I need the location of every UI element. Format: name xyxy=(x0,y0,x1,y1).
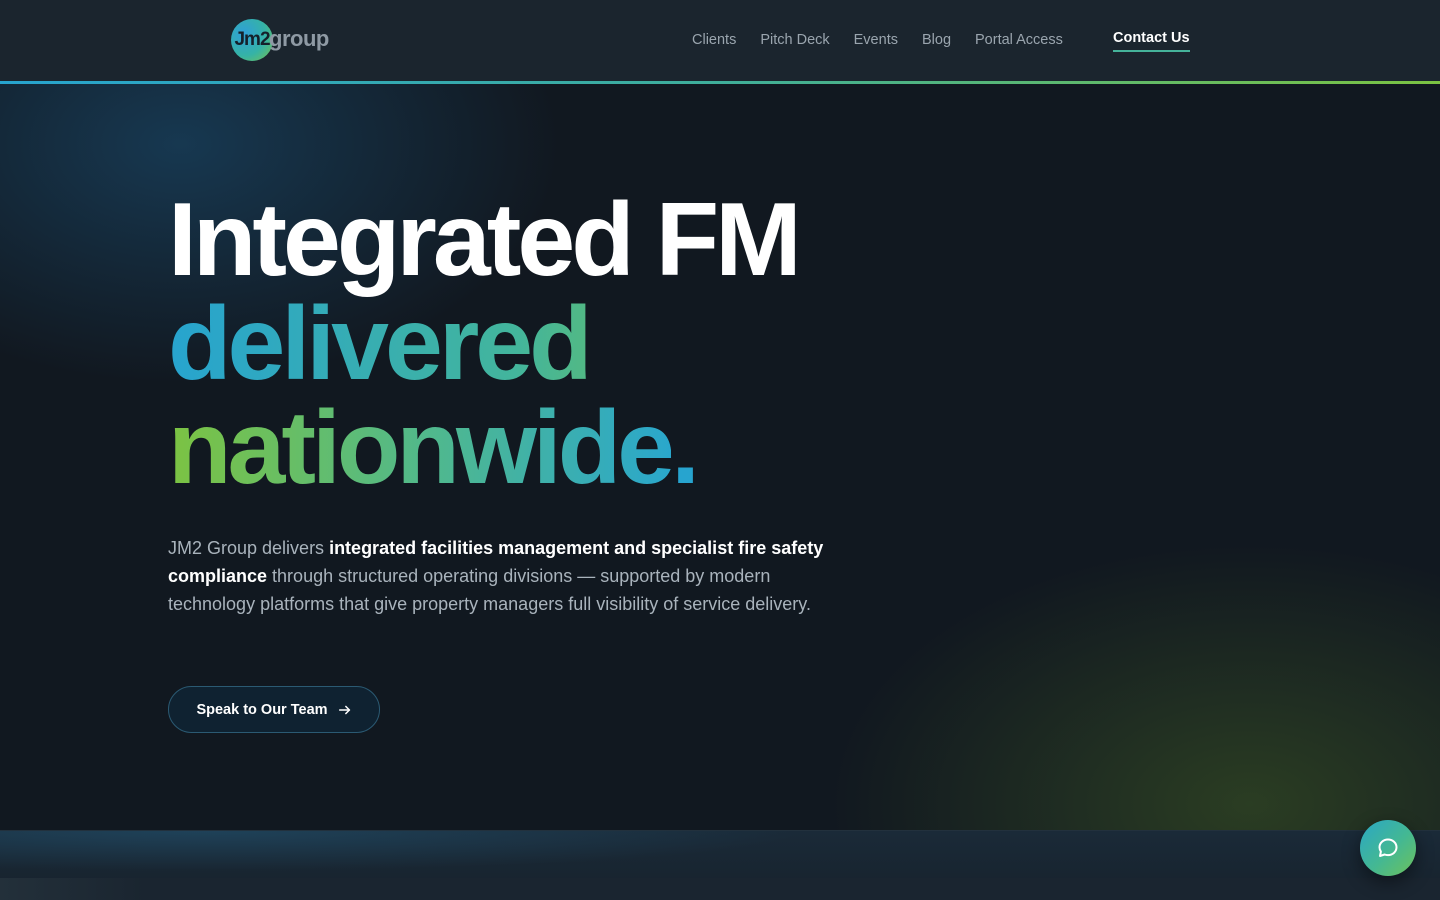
arrow-right-icon xyxy=(338,705,350,714)
band-strip xyxy=(0,878,1440,900)
next-section-band xyxy=(0,830,1440,900)
hero-section: Integrated FM delivered nationwide. JM2 … xyxy=(0,84,1440,830)
logo-mark: Jm2 xyxy=(231,19,273,61)
hero-title-line-1: Integrated FM xyxy=(168,182,802,298)
chat-button[interactable] xyxy=(1360,820,1416,876)
hero-description: JM2 Group delivers integrated facilities… xyxy=(168,534,828,618)
nav-item-contact-us[interactable]: Contact Us xyxy=(1113,30,1190,52)
site-header: Jm2 group Clients Pitch Deck Events Blog… xyxy=(0,0,1440,84)
hero-title-line-3-wrap: nationwide. xyxy=(168,396,798,500)
nav-item-blog[interactable]: Blog xyxy=(922,32,951,48)
speak-to-team-label: Speak to Our Team xyxy=(196,701,328,718)
logo[interactable]: Jm2 group xyxy=(231,19,329,61)
nav-item-portal-access[interactable]: Portal Access xyxy=(975,32,1063,48)
hero-title-line-3: nationwide xyxy=(168,390,675,506)
hero-description-part-1: JM2 Group delivers xyxy=(168,538,330,558)
nav-item-pitch-deck[interactable]: Pitch Deck xyxy=(760,32,829,48)
hero-title-period: . xyxy=(671,390,700,506)
band-glow xyxy=(0,831,1440,871)
main-nav: Clients Pitch Deck Events Blog Portal Ac… xyxy=(692,30,1087,50)
nav-item-clients[interactable]: Clients xyxy=(692,32,736,48)
hero-title-line-2: delivered xyxy=(168,292,798,396)
logo-wordmark: group xyxy=(269,26,329,51)
nav-item-events[interactable]: Events xyxy=(854,32,898,48)
speak-to-team-button[interactable]: Speak to Our Team xyxy=(168,686,380,733)
hero-title: Integrated FM delivered nationwide. xyxy=(168,182,802,500)
chat-bubble-icon xyxy=(1378,838,1398,857)
